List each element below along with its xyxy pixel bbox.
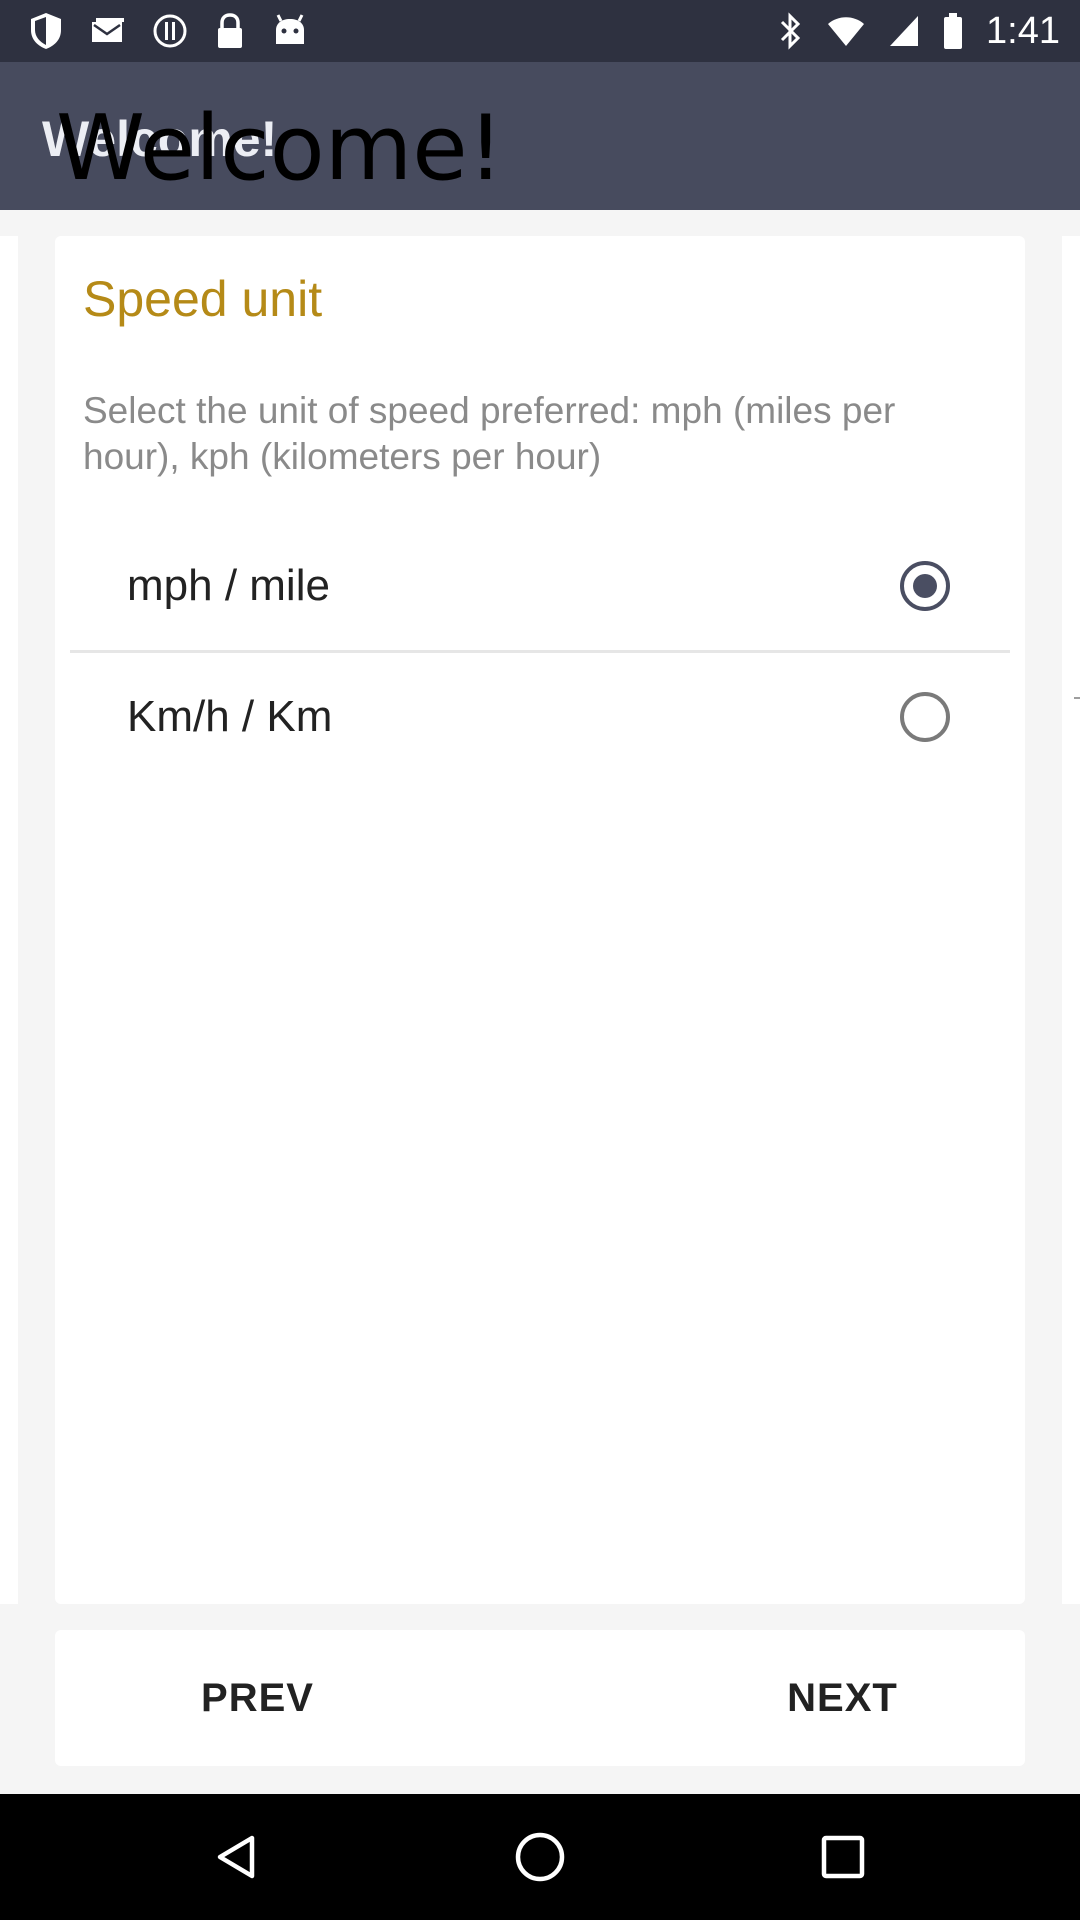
status-left-icons <box>28 8 308 54</box>
option-label: mph / mile <box>127 561 330 610</box>
app-bar: Welcome! Welcome! <box>0 62 1080 210</box>
signal-icon <box>890 16 919 46</box>
wizard-buttons: PREV NEXT <box>55 1630 1025 1766</box>
option-mph[interactable]: mph / mile <box>70 522 1010 650</box>
card-title: Speed unit <box>83 271 323 327</box>
status-right-icons: 1:41 <box>778 8 1060 54</box>
recents-button[interactable] <box>763 1794 923 1920</box>
radio-selected-icon[interactable] <box>898 559 952 613</box>
previous-page-edge <box>0 236 18 1604</box>
recents-icon <box>821 1835 865 1879</box>
shield-icon <box>31 13 61 49</box>
next-page-mark <box>1074 697 1080 699</box>
back-button[interactable] <box>157 1794 317 1920</box>
speed-unit-card: Speed unit Select the unit of speed pref… <box>55 236 1025 1604</box>
wifi-icon <box>828 17 865 46</box>
card-description: Select the unit of speed preferred: mph … <box>83 390 896 477</box>
option-label: Km/h / Km <box>127 692 333 741</box>
next-page-edge <box>1062 236 1080 1604</box>
app-title-overlay: Welcome! <box>56 96 504 201</box>
bluetooth-icon <box>780 12 801 50</box>
radio-unselected-icon[interactable] <box>898 690 952 744</box>
battery-icon <box>944 13 963 49</box>
prev-button[interactable]: PREV <box>55 1630 540 1766</box>
home-button[interactable] <box>460 1794 620 1920</box>
home-icon <box>515 1832 565 1882</box>
status-time: 1:41 <box>986 9 1060 52</box>
next-button[interactable]: NEXT <box>540 1630 1025 1766</box>
mail-icon <box>92 18 124 42</box>
lock-icon <box>218 13 242 48</box>
option-kmh[interactable]: Km/h / Km <box>70 653 1010 781</box>
info-icon <box>153 14 187 48</box>
system-nav-bar <box>0 1794 1080 1920</box>
android-icon <box>276 14 304 44</box>
status-bar: 1:41 <box>0 0 1080 62</box>
back-icon <box>217 1835 255 1879</box>
